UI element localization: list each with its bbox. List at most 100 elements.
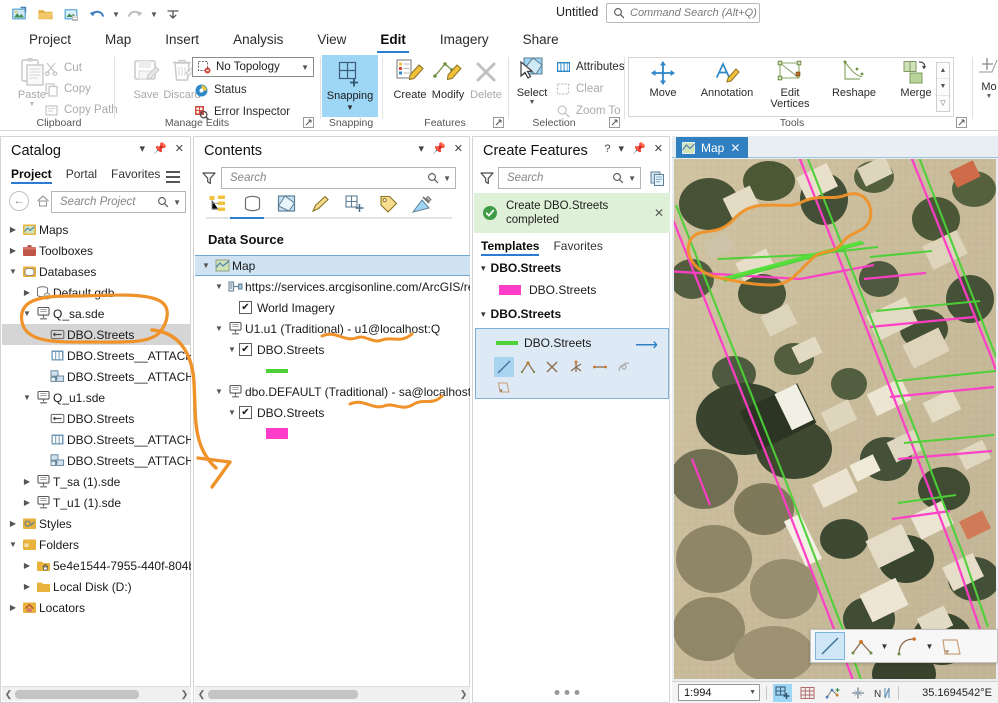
tools-dialog-launcher[interactable] — [956, 117, 967, 128]
list-by-drawing-order-icon[interactable] — [206, 193, 230, 215]
catalog-tab-portal[interactable]: Portal — [66, 167, 97, 184]
list-by-snapping-icon[interactable] — [342, 193, 366, 215]
template-item-streets-green-card[interactable]: DBO.Streets ⟶ — [475, 328, 669, 399]
chevron-right-icon[interactable]: ▶ — [20, 477, 34, 486]
edit-vertices-status-icon[interactable] — [823, 684, 842, 702]
contents-search-input[interactable]: Search ▼ — [221, 167, 456, 189]
redo-icon[interactable] — [122, 2, 148, 26]
contents-tree-row[interactable]: ▼ U1.u1 (Traditional) - u1@localhost:Q — [195, 318, 470, 339]
catalog-scroll-thumb[interactable] — [15, 689, 139, 699]
paste-dropdown-caret-icon[interactable]: ▼ — [29, 101, 36, 108]
create-features-menu-caret-icon[interactable]: ▾ — [619, 143, 625, 155]
topology-dropdown[interactable]: No Topology ▼ — [192, 57, 314, 77]
template-item-streets-magenta[interactable]: DBO.Streets — [499, 283, 596, 297]
snapping-button[interactable]: Snapping ▼ — [322, 55, 378, 117]
contents-tree[interactable]: ▼ Map ▼ https://services.arcgisonline.com/A… — [195, 255, 470, 685]
chevron-right-icon[interactable]: ▶ — [20, 288, 34, 297]
template-group-2-header[interactable]: ▾ DBO.Streets — [481, 307, 561, 321]
notification-close-icon[interactable]: ✕ — [654, 206, 664, 220]
line-segment-tool-icon[interactable] — [815, 632, 845, 660]
catalog-horizontal-scrollbar[interactable]: ❮ ❯ — [2, 686, 191, 701]
catalog-menu-caret-icon[interactable]: ▾ — [140, 143, 146, 155]
tab-imagery[interactable]: Imagery — [423, 31, 506, 53]
create-features-help-icon[interactable]: ? — [604, 143, 610, 155]
right-angle-line-tool-icon[interactable] — [494, 377, 514, 397]
catalog-tab-favorites[interactable]: Favorites — [111, 167, 160, 184]
catalog-home-icon[interactable] — [33, 191, 53, 211]
attribute-table-icon[interactable] — [798, 684, 817, 702]
clear-selection-button[interactable]: Clear — [556, 80, 603, 98]
tab-view[interactable]: View — [300, 31, 363, 53]
list-by-selection-icon[interactable] — [274, 193, 298, 215]
chevron-down-icon[interactable]: ▼ — [199, 261, 213, 270]
layer-visibility-checkbox[interactable] — [239, 301, 252, 314]
delete-features-button[interactable]: Delete — [460, 56, 512, 101]
polyline-segment-tool-icon[interactable] — [847, 632, 877, 660]
contents-tree-row[interactable]: ▼ https://services.arcgisonline.com/ArcGI… — [195, 276, 470, 297]
contents-tree-row[interactable]: ▼ dbo.DEFAULT (Traditional) - sa@localhos… — [195, 381, 470, 402]
tab-analysis[interactable]: Analysis — [216, 31, 300, 53]
catalog-tree-row[interactable]: DBO.Streets__ATTACHREL — [2, 450, 191, 471]
contents-filter-icon[interactable] — [201, 167, 217, 189]
tab-project[interactable]: Project — [12, 31, 88, 53]
reshape-tool-button[interactable]: Reshape — [825, 60, 883, 99]
polyline-tool-caret-icon[interactable]: ▼ — [879, 632, 890, 660]
map-view-tab-close-icon[interactable]: ✕ — [730, 141, 740, 155]
tools-scroll-down-icon[interactable]: ▼ — [937, 79, 949, 96]
chevron-down-icon[interactable]: ▼ — [212, 387, 226, 396]
catalog-tree-row[interactable]: DBO.Streets — [2, 408, 191, 429]
catalog-close-icon[interactable]: ✕ — [175, 143, 184, 155]
contents-close-icon[interactable]: ✕ — [454, 143, 463, 155]
chevron-right-icon[interactable]: ▶ — [20, 582, 34, 591]
create-features-search-input[interactable]: Search ▼ — [498, 167, 641, 189]
catalog-tree-row[interactable]: ▶ 5e4e1544-7955-440f-804b- — [2, 555, 191, 576]
save-project-icon[interactable] — [6, 2, 32, 26]
chevron-down-icon[interactable]: ▼ — [20, 309, 34, 318]
move-tool-button[interactable]: Move — [635, 60, 691, 99]
catalog-tab-project[interactable]: Project — [11, 167, 52, 184]
catalog-tree-row[interactable]: DBO.Streets__ATTACH — [2, 429, 191, 450]
chevron-right-icon[interactable]: ▶ — [6, 246, 20, 255]
layer-visibility-checkbox[interactable] — [239, 343, 252, 356]
catalog-tree-row[interactable]: ▶ T_sa (1).sde — [2, 471, 191, 492]
contents-search-caret-icon[interactable]: ▼ — [443, 174, 451, 183]
contents-scroll-thumb[interactable] — [208, 689, 358, 699]
map-view-tab[interactable]: Map ✕ — [676, 137, 749, 158]
tab-map[interactable]: Map — [88, 31, 148, 53]
tools-scroll-up-icon[interactable]: ▲ — [937, 63, 949, 80]
map-scale-caret-icon[interactable]: ▼ — [749, 689, 756, 696]
contents-horizontal-scrollbar[interactable]: ❮ ❯ — [195, 686, 470, 701]
arc-segment-tool-icon[interactable] — [892, 632, 922, 660]
contents-menu-caret-icon[interactable]: ▾ — [419, 143, 425, 155]
catalog-search-caret-icon[interactable]: ▼ — [173, 198, 181, 207]
annotation-tool-button[interactable]: Annotation — [697, 60, 757, 99]
catalog-tree-row[interactable]: DBO.Streets — [2, 324, 191, 345]
two-point-line-tool-icon[interactable] — [590, 357, 610, 377]
create-features-tab-favorites[interactable]: Favorites — [553, 239, 602, 256]
catalog-tree[interactable]: ▶ Maps ▶ Toolboxes ▼ Databases ▶ Default.gdb ▼ Q_… — [2, 219, 191, 685]
redo-dropdown-caret-icon[interactable]: ▼ — [148, 2, 160, 26]
catalog-options-icon[interactable] — [166, 171, 180, 186]
catalog-tree-row[interactable]: ▶ Maps — [2, 219, 191, 240]
catalog-tree-row[interactable]: DBO.Streets__ATTACHREL — [2, 366, 191, 387]
right-angle-segment-tool-icon[interactable] — [937, 632, 967, 660]
catalog-search-input[interactable]: Search Project ▼ — [51, 191, 186, 213]
chevron-right-icon[interactable]: ▶ — [20, 561, 34, 570]
contents-tree-row[interactable]: World Imagery — [195, 297, 470, 318]
contents-tree-row[interactable]: ▼ DBO.Streets — [195, 402, 470, 423]
catalog-tree-row[interactable]: ▶ Toolboxes — [2, 240, 191, 261]
create-features-tab-templates[interactable]: Templates — [481, 239, 540, 256]
catalog-scroll-left-icon[interactable]: ❮ — [2, 689, 15, 700]
chevron-down-icon[interactable]: ▼ — [6, 540, 20, 549]
command-search-input[interactable]: Command Search (Alt+Q) — [606, 3, 760, 23]
contents-tree-row[interactable]: ▼ DBO.Streets — [195, 339, 470, 360]
undo-dropdown-caret-icon[interactable]: ▼ — [110, 2, 122, 26]
tools-gallery-scroll[interactable]: ▲ ▼ ▽ — [936, 62, 950, 112]
chevron-right-icon[interactable]: ▶ — [20, 498, 34, 507]
select-dropdown-caret-icon[interactable]: ▼ — [529, 99, 536, 106]
chevron-down-icon[interactable]: ▼ — [212, 282, 226, 291]
catalog-tree-row[interactable]: ▶ Default.gdb — [2, 282, 191, 303]
undo-icon[interactable] — [84, 2, 110, 26]
snapping-dropdown-caret-icon[interactable]: ▼ — [346, 103, 354, 112]
chevron-right-icon[interactable]: ▶ — [6, 519, 20, 528]
